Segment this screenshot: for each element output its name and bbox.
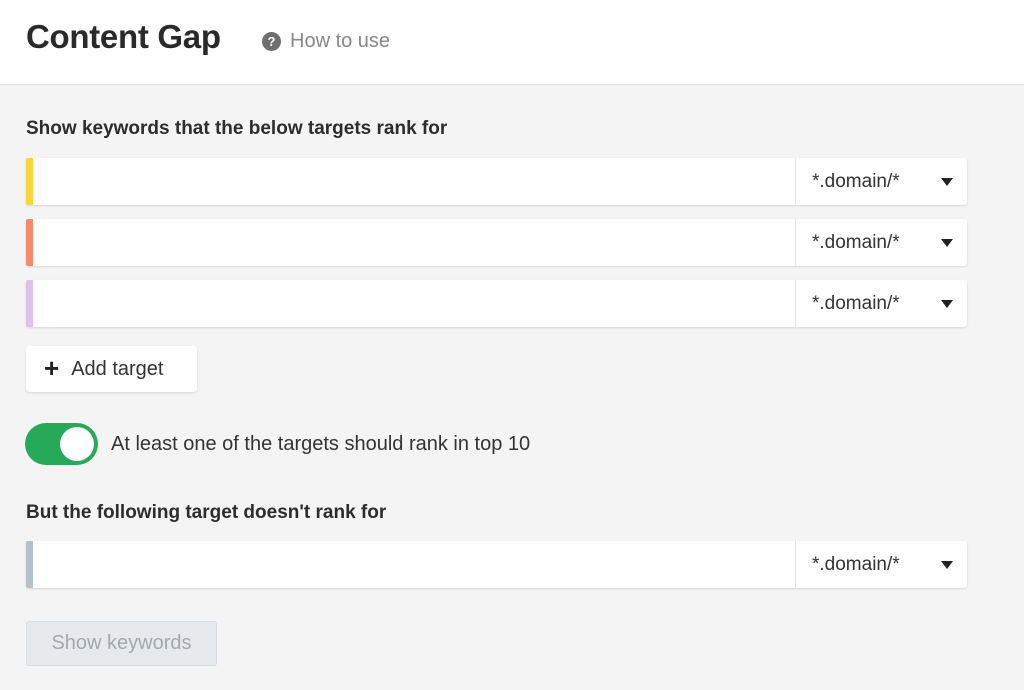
target-input-3[interactable]	[33, 280, 795, 327]
target-color-bar	[26, 541, 33, 588]
exclude-section-label: But the following target doesn't rank fo…	[26, 502, 387, 523]
add-target-label: Add target	[71, 357, 164, 380]
target-mode-value: *.domain/*	[812, 553, 900, 575]
target-row-1: *.domain/*	[26, 158, 967, 205]
page-title: Content Gap	[26, 18, 221, 55]
top10-toggle-row: At least one of the targets should rank …	[25, 423, 530, 465]
target-color-bar	[26, 280, 33, 327]
target-mode-value: *.domain/*	[812, 231, 900, 253]
target-color-bar	[26, 219, 33, 266]
question-circle-icon: ?	[262, 32, 281, 51]
target-input-1[interactable]	[33, 158, 795, 205]
how-to-use-link[interactable]: ? How to use	[262, 30, 390, 53]
plus-icon: +	[44, 353, 60, 383]
top10-toggle[interactable]	[25, 423, 98, 465]
target-mode-value: *.domain/*	[812, 292, 900, 314]
target-mode-select-3[interactable]: *.domain/*	[795, 280, 967, 327]
caret-down-icon	[941, 238, 953, 247]
target-color-bar	[26, 158, 33, 205]
add-target-button[interactable]: + Add target	[26, 346, 197, 392]
exclude-target-input[interactable]	[33, 541, 795, 588]
how-to-use-label: How to use	[290, 30, 391, 52]
target-mode-value: *.domain/*	[812, 170, 900, 192]
caret-down-icon	[941, 177, 953, 186]
exclude-target-mode-select[interactable]: *.domain/*	[795, 541, 967, 588]
targets-section-label: Show keywords that the below targets ran…	[26, 118, 448, 139]
caret-down-icon	[941, 299, 953, 308]
toggle-knob	[60, 427, 94, 461]
exclude-target-row: *.domain/*	[26, 541, 967, 588]
page-header: Content Gap ? How to use	[0, 0, 1024, 85]
target-row-3: *.domain/*	[26, 280, 967, 327]
target-row-2: *.domain/*	[26, 219, 967, 266]
target-mode-select-2[interactable]: *.domain/*	[795, 219, 967, 266]
top10-toggle-label: At least one of the targets should rank …	[111, 432, 531, 455]
target-input-2[interactable]	[33, 219, 795, 266]
show-keywords-button[interactable]: Show keywords	[26, 621, 217, 666]
target-mode-select-1[interactable]: *.domain/*	[795, 158, 967, 205]
caret-down-icon	[941, 560, 953, 569]
